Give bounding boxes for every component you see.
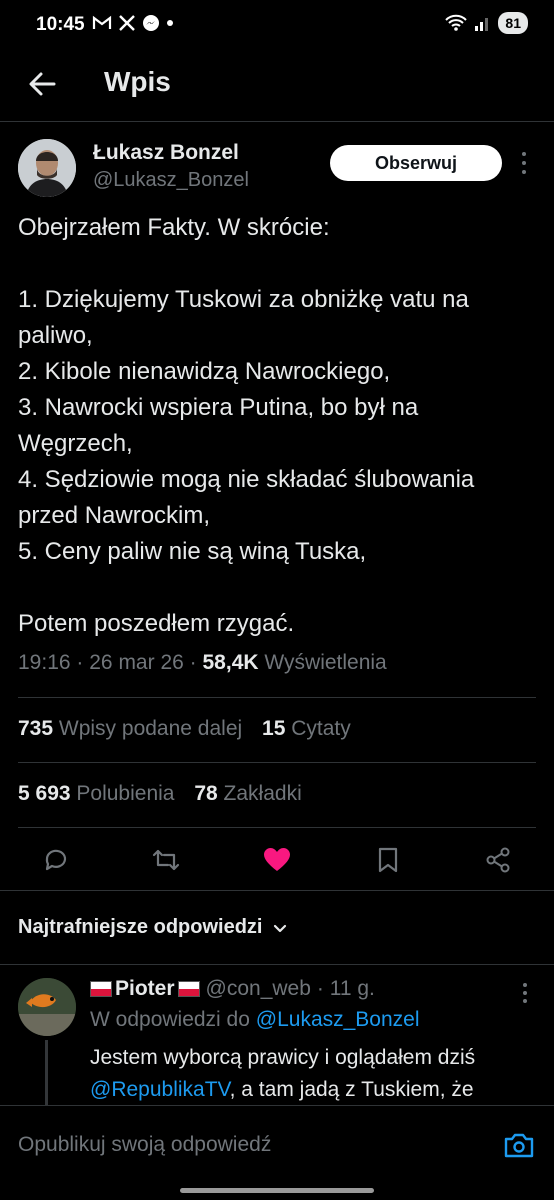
views-label: Wyświetlenia [264,651,387,674]
post-line: 3. Nawrocki wspiera Putina, bo był na Wę… [18,394,419,457]
share-icon [486,847,510,873]
stats-likes-row: 5 693 Polubienia 78 Zakładki [18,782,302,806]
meta-divider [18,697,536,698]
post-line: 5. Ceny paliw nie są winą Tuska, [18,538,367,565]
post-line: 1. Dziękujemy Tuskowi za obniżkę vatu na… [18,286,469,349]
stats-reposts-row: 735 Wpisy podane dalej 15 Cytaty [18,717,351,741]
post-line: 4. Sędziowie mogą nie składać ślubowania… [18,466,475,529]
stats-divider [18,762,536,763]
replies-sort-selector[interactable]: Najtrafniejsze odpowiedzi [18,916,288,939]
heart-icon [264,848,290,871]
reply-text: Jestem wyborcą prawicy i oglądałem dziś … [90,1042,540,1106]
reposts-count: 735 [18,717,54,740]
reply-author-name[interactable]: Pioter [90,977,200,1001]
quotes-count: 15 [262,717,286,740]
x-icon [119,15,135,31]
reposts-label: Wpisy podane dalej [58,717,243,740]
top-app-bar: Wpis [0,52,554,120]
reposts-stat[interactable]: 735 Wpisy podane dalej [18,717,242,740]
header-divider [0,121,554,122]
bookmark-button[interactable] [372,844,404,876]
reply-to-handle[interactable]: @Lukasz_Bonzel [256,1008,420,1031]
messenger-icon [143,15,159,31]
reply-input[interactable] [18,1130,478,1160]
author-name[interactable]: Łukasz Bonzel [93,141,239,165]
bookmarks-label: Zakładki [223,782,302,805]
replies-section-title: Najtrafniejsze odpowiedzi [18,916,263,938]
dot-icon [167,20,173,26]
author-handle[interactable]: @Lukasz_Bonzel [93,169,249,192]
likes-count: 5 693 [18,782,71,805]
reply-more-options-icon[interactable] [518,980,532,1006]
post-line [18,246,538,282]
views-count: 58,4K [202,651,259,674]
share-button[interactable] [482,844,514,876]
reply-to-prefix: W odpowiedzi do [90,1008,250,1031]
post-line: Obejrzałem Fakty. W skrócie: [18,214,330,241]
poland-flag-icon [177,981,200,997]
reply-avatar[interactable] [18,978,76,1036]
quotes-label: Cytaty [291,717,351,740]
reply-button[interactable] [40,844,72,876]
back-arrow-icon[interactable] [26,68,58,100]
gmail-icon [92,15,112,29]
post-line [18,570,538,606]
stats-divider-2 [18,827,536,828]
meta-separator: · [76,651,84,674]
reply-icon [45,849,67,871]
actions-divider [0,890,554,891]
poland-flag-icon [90,981,112,997]
post-date: 26 mar 26 [89,651,184,674]
action-bar [0,838,554,882]
page-title: Wpis [104,66,171,97]
reply-author-name-text: Pioter [115,977,175,1000]
bookmarks-stat[interactable]: 78 Zakładki [194,782,301,805]
repost-button[interactable] [150,844,182,876]
reply-mention[interactable]: @RepublikaTV [90,1078,230,1101]
reply-to-line: W odpowiedzi do @Lukasz_Bonzel [90,1008,420,1032]
thread-line [45,1040,48,1108]
post-text: Obejrzałem Fakty. W skrócie: 1. Dziękuje… [18,210,538,642]
quotes-stat[interactable]: 15 Cytaty [262,717,351,740]
post-meta: 19:16 · 26 mar 26 · 58,4K Wyświetlenia [18,651,387,675]
bookmarks-count: 78 [194,782,218,805]
chevron-down-icon [274,924,287,932]
notification-icons [92,14,174,32]
likes-label: Polubienia [76,782,175,805]
reply-text-rest: , a tam jadą z Tuskiem, że [229,1078,474,1101]
camera-icon[interactable] [502,1128,536,1162]
bookmark-icon [378,847,398,873]
reply-text-line: Jestem wyborcą prawicy i oglądałem dziś [90,1046,476,1069]
author-avatar[interactable] [18,139,76,197]
like-button[interactable] [261,844,293,876]
follow-button[interactable]: Obserwuj [330,145,502,181]
reply-text-line: @RepublikaTV, a tam jadą z Tuskiem, że [90,1074,540,1106]
post-line: 2. Kibole nienawidzą Nawrockiego, [18,358,391,385]
reply-author-handle[interactable]: @con_web [206,977,311,1001]
battery-level: 81 [498,12,528,34]
system-icons: 81 [444,12,528,34]
meta-separator: · [189,651,197,674]
status-bar: 10:45 81 [0,0,554,52]
post-line: Potem poszedłem rzygać. [18,610,295,637]
status-time: 10:45 [36,14,85,35]
gesture-bar [180,1188,374,1193]
likes-stat[interactable]: 5 693 Polubienia [18,782,175,805]
reply-header: Pioter @con_web · 11 g. [90,977,375,1001]
retweet-icon [152,849,180,871]
signal-icon [475,18,489,31]
wifi-icon [445,14,468,31]
post-time: 19:16 [18,651,71,674]
reply-composer [0,1105,554,1200]
more-options-icon[interactable] [516,148,532,178]
reply-age: · 11 g. [316,977,375,1000]
section-divider [0,964,554,965]
